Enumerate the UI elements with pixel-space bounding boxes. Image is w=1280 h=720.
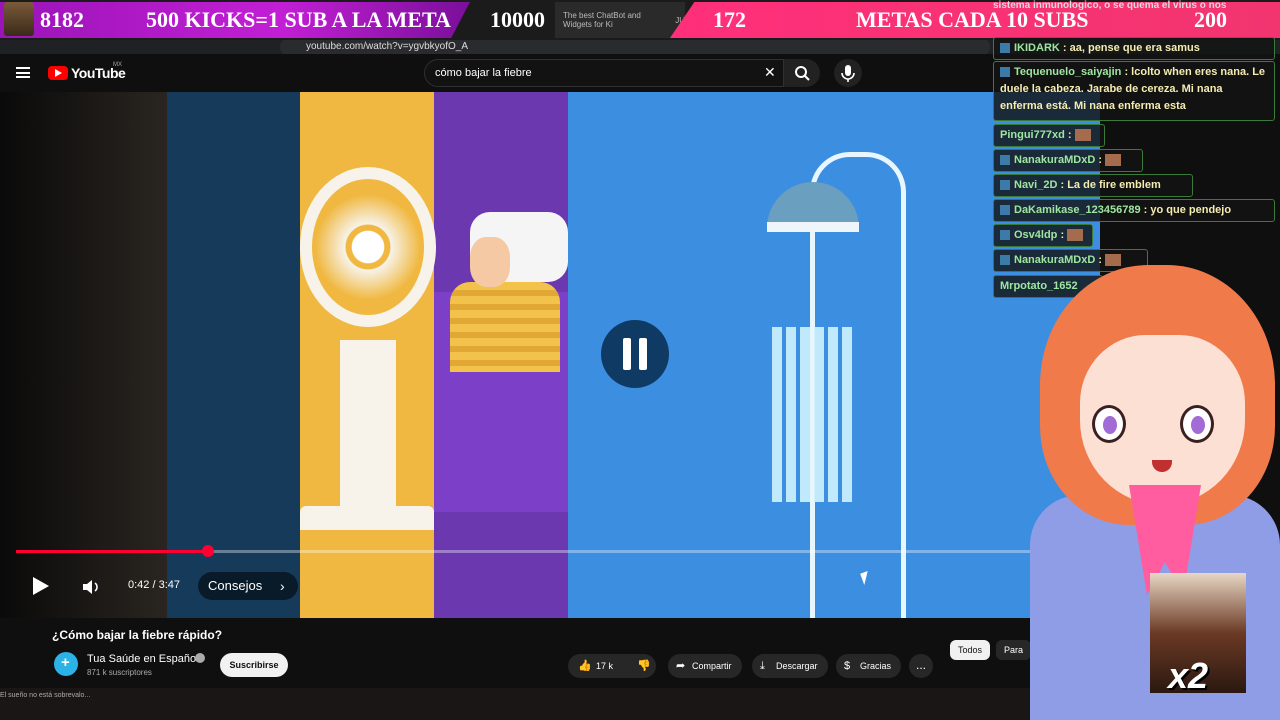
hamburger-menu-icon[interactable] bbox=[16, 67, 30, 78]
progress-played bbox=[16, 550, 209, 553]
subscriber-count: 871 k suscriptores bbox=[87, 668, 152, 677]
chat-message: Osv4ldp : bbox=[993, 224, 1093, 247]
kicks-target: 10000 bbox=[490, 7, 545, 32]
dislike-button[interactable]: 👎 bbox=[632, 654, 656, 678]
filter-chip-all[interactable]: Todos bbox=[950, 640, 991, 660]
thanks-button[interactable]: $ Gracias bbox=[836, 654, 902, 678]
channel-name[interactable]: Tua Saúde en Español bbox=[87, 653, 199, 665]
chapter-label: Consejos bbox=[208, 578, 263, 593]
chapter-button[interactable]: Consejos › bbox=[198, 572, 298, 600]
more-actions-button[interactable]: ... bbox=[909, 654, 933, 678]
subscribe-button[interactable]: Suscribirse bbox=[220, 653, 288, 677]
chat-emote-icon bbox=[1105, 154, 1122, 167]
share-icon: ➦ bbox=[676, 660, 686, 672]
chat-username: IKIDARK bbox=[1014, 42, 1060, 54]
video-title: ¿Cómo bajar la fiebre rápido? bbox=[52, 628, 223, 642]
search-input[interactable]: cómo bajar la fiebre bbox=[424, 59, 784, 87]
volume-icon[interactable] bbox=[82, 579, 100, 595]
share-label: Compartir bbox=[692, 661, 732, 671]
chat-username: NanakuraMDxD bbox=[1014, 154, 1096, 166]
thumbs-down-icon: 👎 bbox=[637, 660, 651, 672]
stream-chat-overlay: sistema inmunologico, o se quema el viru… bbox=[993, 0, 1275, 298]
shower-head-rim bbox=[767, 222, 859, 232]
fan-stand bbox=[340, 340, 396, 510]
chat-text: : bbox=[1067, 129, 1072, 141]
browser-tab-chatbot[interactable]: The best ChatBot and Widgets for Ki bbox=[563, 11, 665, 29]
chat-badge-icon bbox=[1000, 255, 1010, 266]
chat-username: Pingui777xd bbox=[1000, 129, 1065, 141]
chat-badge-icon bbox=[1000, 230, 1010, 241]
streamer-avatar-thumbnail bbox=[4, 2, 34, 36]
chat-emote-icon bbox=[1074, 129, 1091, 142]
search-icon bbox=[795, 66, 810, 81]
chevron-right-icon: › bbox=[280, 578, 285, 594]
shower-water bbox=[772, 327, 854, 502]
chat-text: : bbox=[1098, 154, 1103, 166]
microphone-icon bbox=[841, 65, 855, 82]
region-code: MX bbox=[113, 62, 122, 68]
time-display: 0:42 / 3:47 bbox=[128, 579, 180, 591]
thumbs-up-icon: 👍 bbox=[578, 660, 592, 672]
voice-search-button[interactable] bbox=[834, 59, 862, 87]
download-button[interactable]: ⤓ Descargar bbox=[752, 654, 828, 678]
video-player[interactable] bbox=[0, 92, 1100, 618]
chat-username: DaKamikase_123456789 bbox=[1014, 204, 1141, 216]
chat-text: : bbox=[1060, 229, 1065, 241]
channel-avatar[interactable] bbox=[54, 652, 78, 676]
chat-message: Pingui777xd : bbox=[993, 124, 1105, 147]
chat-message: DaKamikase_123456789 : yo que pendejo bbox=[993, 199, 1275, 222]
chat-text: : La de fire emblem bbox=[1060, 179, 1161, 191]
address-bar[interactable]: youtube.com/watch?v=ygvbkyofO_A bbox=[280, 40, 990, 54]
fan-illustration bbox=[300, 167, 436, 327]
chat-message: IKIDARK : aa, pense que era samus bbox=[993, 37, 1275, 60]
chat-message: Tequenuelo_saiyajin : lcolto when eres n… bbox=[993, 61, 1275, 121]
search-button[interactable] bbox=[784, 59, 820, 87]
pause-icon[interactable] bbox=[601, 320, 669, 388]
download-icon: ⤓ bbox=[760, 660, 765, 672]
chat-message: NanakuraMDxD : bbox=[993, 149, 1143, 172]
chat-emote-icon bbox=[1067, 229, 1084, 242]
multiplier-text: x2 bbox=[1168, 655, 1209, 696]
chat-badge-icon bbox=[1000, 180, 1010, 191]
verified-icon bbox=[195, 653, 205, 663]
chat-username: Navi_2D bbox=[1014, 179, 1058, 191]
chat-scrolled-message: sistema inmunologico, o se quema el viru… bbox=[993, 0, 1227, 11]
chat-text: : yo que pendejo bbox=[1143, 204, 1232, 216]
sick-person-face bbox=[470, 237, 510, 287]
video-panel-winter-clothes bbox=[167, 92, 300, 618]
play-icon[interactable] bbox=[33, 577, 49, 595]
kicks-count: 8182 bbox=[40, 7, 84, 32]
chat-username: Osv4ldp bbox=[1014, 229, 1058, 241]
vtuber-left-eye bbox=[1092, 405, 1126, 443]
chat-message: Navi_2D : La de fire emblem bbox=[993, 174, 1193, 197]
chat-badge-icon bbox=[1000, 67, 1010, 78]
sick-person-shirt bbox=[450, 282, 560, 372]
thanks-label: Gracias bbox=[860, 661, 892, 671]
share-button[interactable]: ➦ Compartir bbox=[668, 654, 742, 678]
thanks-icon: $ bbox=[844, 660, 851, 672]
chat-badge-icon bbox=[1000, 155, 1010, 166]
video-panel-dark bbox=[0, 92, 167, 618]
clear-search-icon[interactable]: ✕ bbox=[764, 64, 776, 81]
youtube-logo-icon[interactable] bbox=[48, 66, 68, 80]
browser-tabs: The best ChatBot and Widgets for Ki JU bbox=[555, 2, 685, 38]
chat-username: Tequenuelo_saiyajin bbox=[1014, 66, 1122, 78]
fan-base bbox=[300, 506, 434, 530]
subs-count: 172 bbox=[713, 7, 746, 32]
kicks-goal-text: 500 KICKS=1 SUB A LA META bbox=[146, 7, 451, 32]
filter-chip-next[interactable]: Para bbox=[996, 640, 1032, 660]
vtuber-right-eye bbox=[1180, 405, 1214, 443]
like-count: 17 k bbox=[596, 661, 614, 671]
taskbar-text: El sueño no está sobrevalo... bbox=[0, 692, 91, 699]
chat-badge-icon bbox=[1000, 43, 1010, 54]
chat-text: aa, pense que era samus bbox=[1069, 42, 1200, 54]
chat-badge-icon bbox=[1000, 205, 1010, 216]
download-label: Descargar bbox=[776, 661, 818, 671]
